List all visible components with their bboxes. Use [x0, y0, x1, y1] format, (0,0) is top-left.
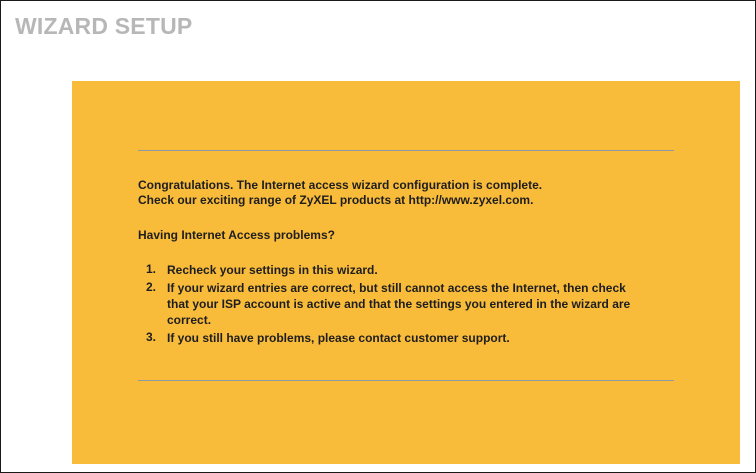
step-text: If you still have problems, please conta…	[167, 331, 510, 345]
troubleshooting-heading: Having Internet Access problems?	[138, 228, 335, 242]
wizard-content-panel: Congratulations. The Internet access wiz…	[72, 81, 740, 464]
congratulations-text: Congratulations. The Internet access wiz…	[138, 178, 543, 192]
troubleshooting-step: 2. If your wizard entries are correct, b…	[138, 280, 698, 328]
bottom-divider	[138, 380, 674, 381]
top-divider	[138, 150, 674, 151]
step-text: Recheck your settings in this wizard.	[167, 263, 378, 277]
wizard-window: WIZARD SETUP Congratulations. The Intern…	[0, 0, 756, 473]
troubleshooting-step: 1. Recheck your settings in this wizard.	[138, 262, 698, 278]
step-text: If your wizard entries are correct, but …	[167, 281, 631, 327]
zyxel-products-text: Check our exciting range of ZyXEL produc…	[138, 193, 534, 207]
troubleshooting-steps: 1. Recheck your settings in this wizard.…	[138, 262, 698, 346]
step-number: 2.	[145, 280, 156, 294]
step-number: 1.	[145, 262, 156, 276]
completion-message: Congratulations. The Internet access wiz…	[138, 178, 698, 348]
page-title: WIZARD SETUP	[15, 13, 193, 39]
step-number: 3.	[145, 330, 156, 344]
troubleshooting-step: 3. If you still have problems, please co…	[138, 330, 698, 346]
